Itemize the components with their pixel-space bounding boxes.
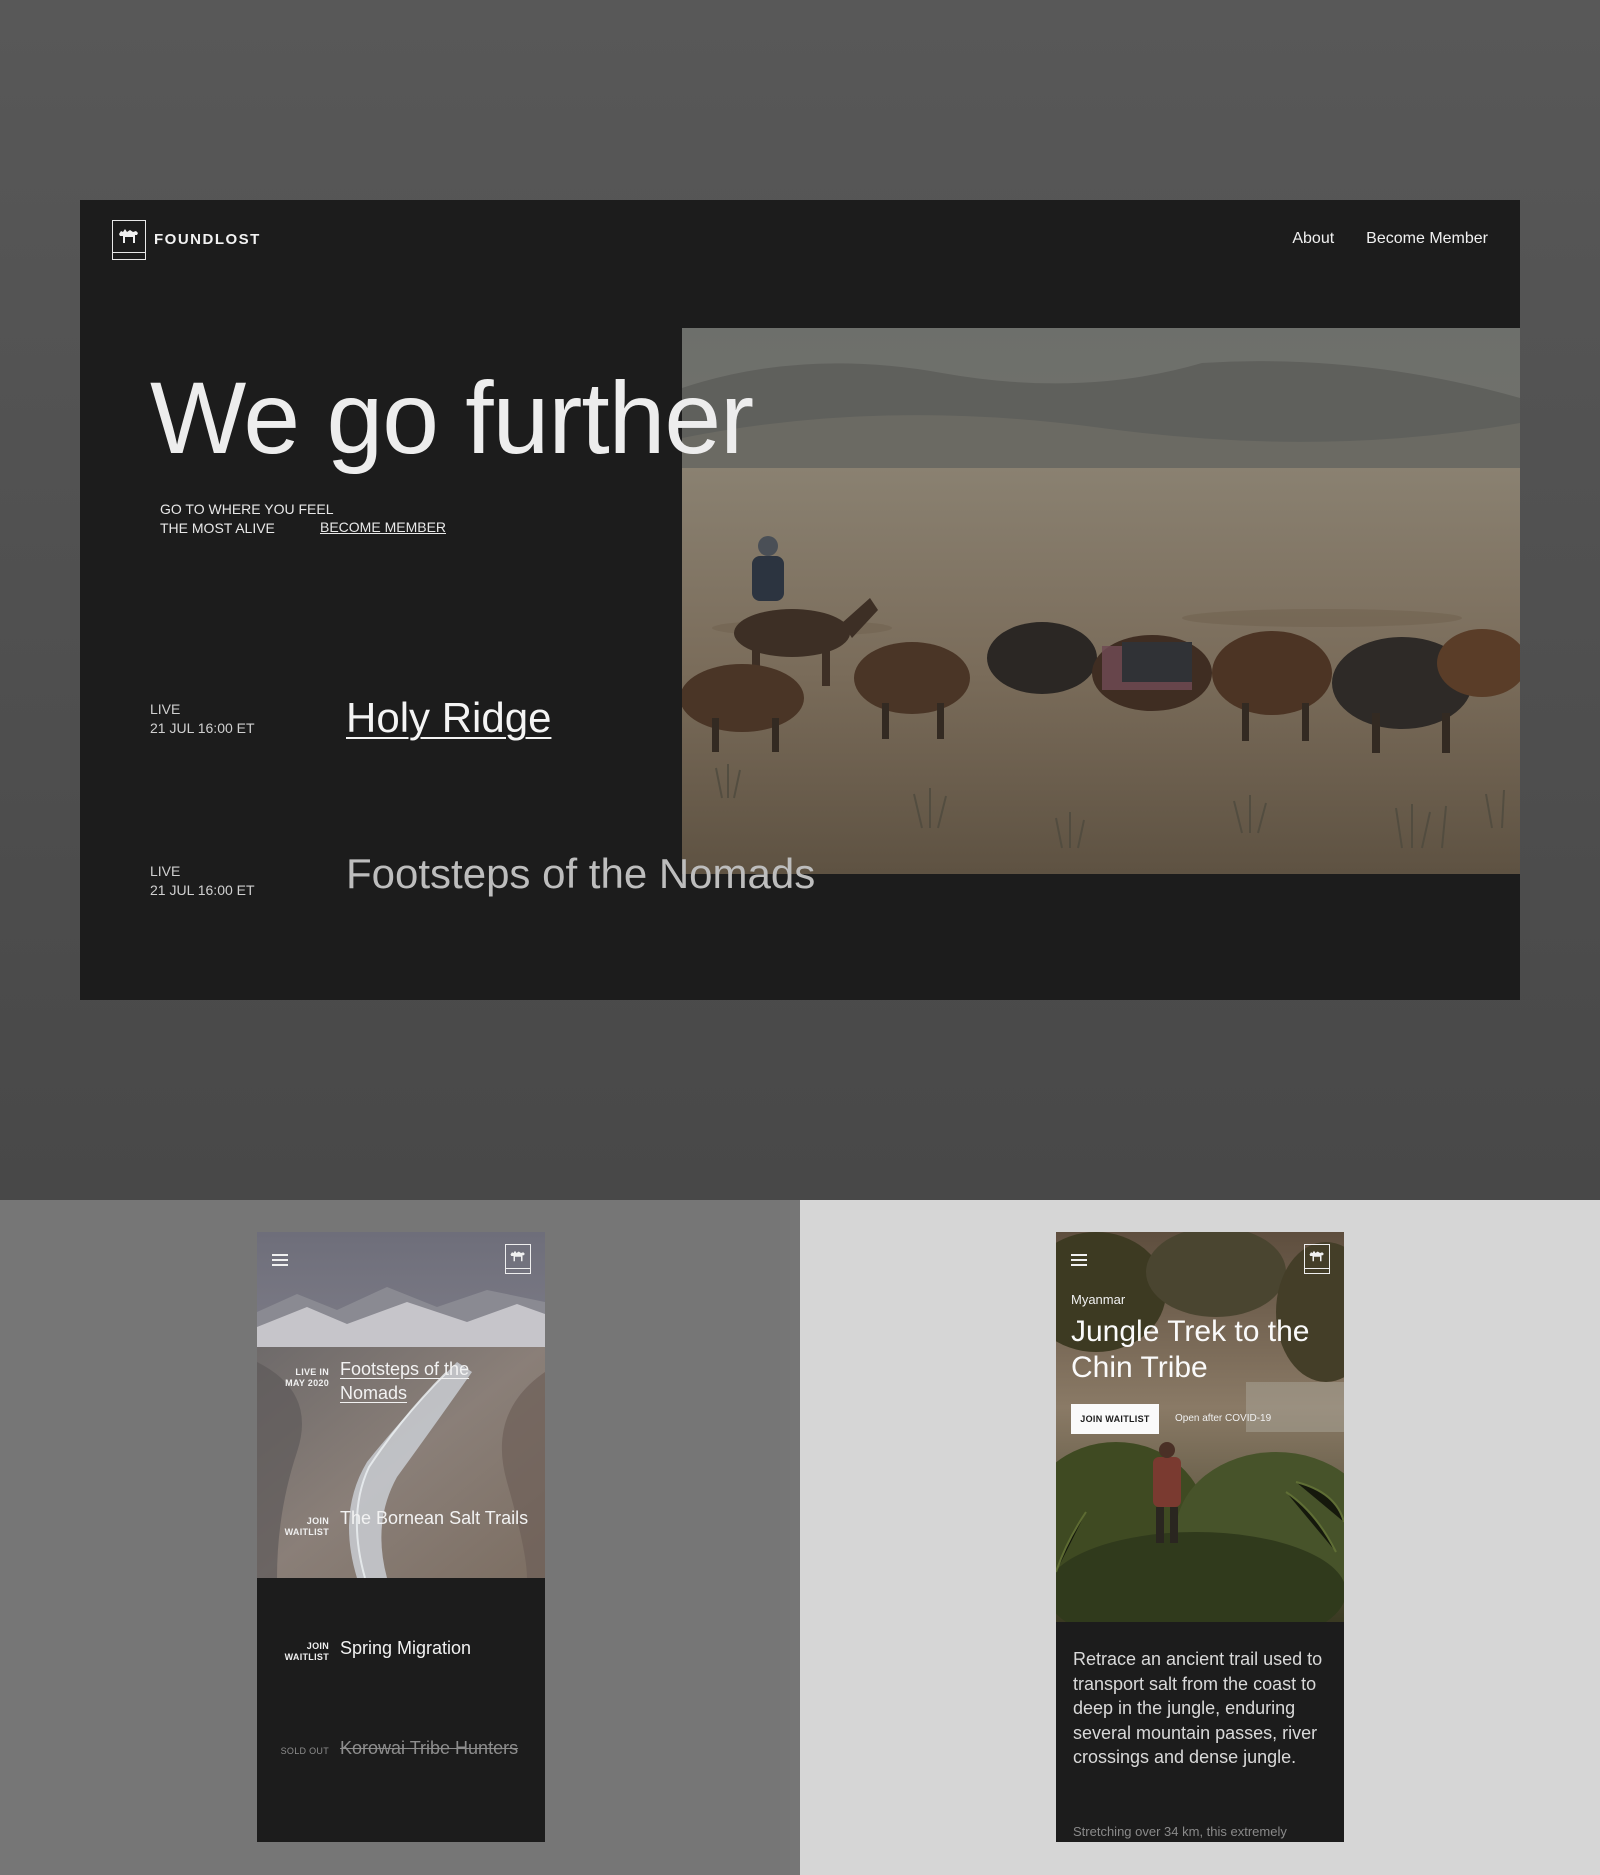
list-item-title: Korowai Tribe Hunters <box>340 1738 519 1758</box>
presentation-background-left: LIVE IN MAY 2020 Footsteps of the Nomads… <box>0 1200 800 1875</box>
hamburger-menu-icon[interactable] <box>272 1254 288 1266</box>
camel-logo-icon[interactable] <box>505 1244 531 1274</box>
status-line-1: SOLD OUT <box>280 1746 329 1756</box>
brand-name[interactable]: FOUNDLOST <box>154 231 261 248</box>
status-line-2: MAY 2020 <box>285 1378 329 1388</box>
status-line-2: WAITLIST <box>284 1652 329 1662</box>
hero-title: We go further <box>150 361 754 475</box>
camel-logo-icon[interactable] <box>1304 1244 1330 1274</box>
event-meta-2: LIVE 21 JUL 16:00 ET <box>150 862 255 900</box>
become-member-link[interactable]: BECOME MEMBER <box>320 519 446 535</box>
trip-description: Retrace an ancient trail used to transpo… <box>1073 1649 1323 1767</box>
status-line-2: WAITLIST <box>284 1527 329 1537</box>
tagline-line-1: GO TO WHERE YOU FEEL <box>160 501 334 517</box>
tagline-line-2: THE MOST ALIVE <box>160 520 275 536</box>
join-waitlist-button[interactable]: JOIN WAITLIST <box>1071 1404 1159 1434</box>
event-date: 21 JUL 16:00 ET <box>150 882 255 898</box>
availability-note: Open after COVID-19 <box>1175 1413 1272 1424</box>
event-title-footsteps[interactable]: Footsteps of the Nomads <box>346 850 815 898</box>
list-item-title[interactable]: Spring Migration <box>340 1636 530 1660</box>
desktop-screen: FOUNDLOST About Become Member We go furt… <box>80 200 1520 1000</box>
nav-about-link[interactable]: About <box>1292 230 1334 248</box>
event-status: LIVE <box>150 701 181 717</box>
presentation-background-right: Myanmar Jungle Trek to the Chin Tribe JO… <box>800 1200 1600 1875</box>
list-item-title[interactable]: Footsteps of the Nomads <box>340 1357 530 1405</box>
mobile-detail-screen: Myanmar Jungle Trek to the Chin Tribe JO… <box>1056 1232 1344 1842</box>
event-status: LIVE <box>150 863 181 879</box>
status-line-1: JOIN <box>306 1516 329 1526</box>
list-item-status: JOIN WAITLIST <box>259 1516 329 1538</box>
nav-become-member-link[interactable]: Become Member <box>1366 230 1488 248</box>
event-date: 21 JUL 16:00 ET <box>150 720 255 736</box>
tagline: GO TO WHERE YOU FEEL THE MOST ALIVE <box>160 500 333 538</box>
presentation-background-top: FOUNDLOST About Become Member We go furt… <box>0 0 1600 1200</box>
hamburger-menu-icon[interactable] <box>1071 1254 1087 1266</box>
top-nav: About Become Member <box>1292 230 1488 248</box>
camel-logo-icon[interactable] <box>112 220 146 260</box>
status-line-1: JOIN <box>306 1641 329 1651</box>
event-meta-1: LIVE 21 JUL 16:00 ET <box>150 700 255 738</box>
trip-description-continued: Stretching over 34 km, this extremely <box>1073 1824 1287 1839</box>
status-line-1: LIVE IN <box>295 1367 329 1377</box>
list-item-status: LIVE IN MAY 2020 <box>259 1367 329 1389</box>
trip-title: Jungle Trek to the Chin Tribe <box>1071 1315 1310 1384</box>
trip-country: Myanmar <box>1071 1292 1126 1307</box>
mobile-list-screen: LIVE IN MAY 2020 Footsteps of the Nomads… <box>257 1232 545 1842</box>
list-item-status: SOLD OUT <box>259 1746 329 1757</box>
list-item-title[interactable]: The Bornean Salt Trails <box>340 1506 530 1530</box>
hero-photo-yak-herd <box>682 328 1520 874</box>
event-title-holy-ridge[interactable]: Holy Ridge <box>346 694 551 742</box>
list-item-status: JOIN WAITLIST <box>259 1641 329 1663</box>
